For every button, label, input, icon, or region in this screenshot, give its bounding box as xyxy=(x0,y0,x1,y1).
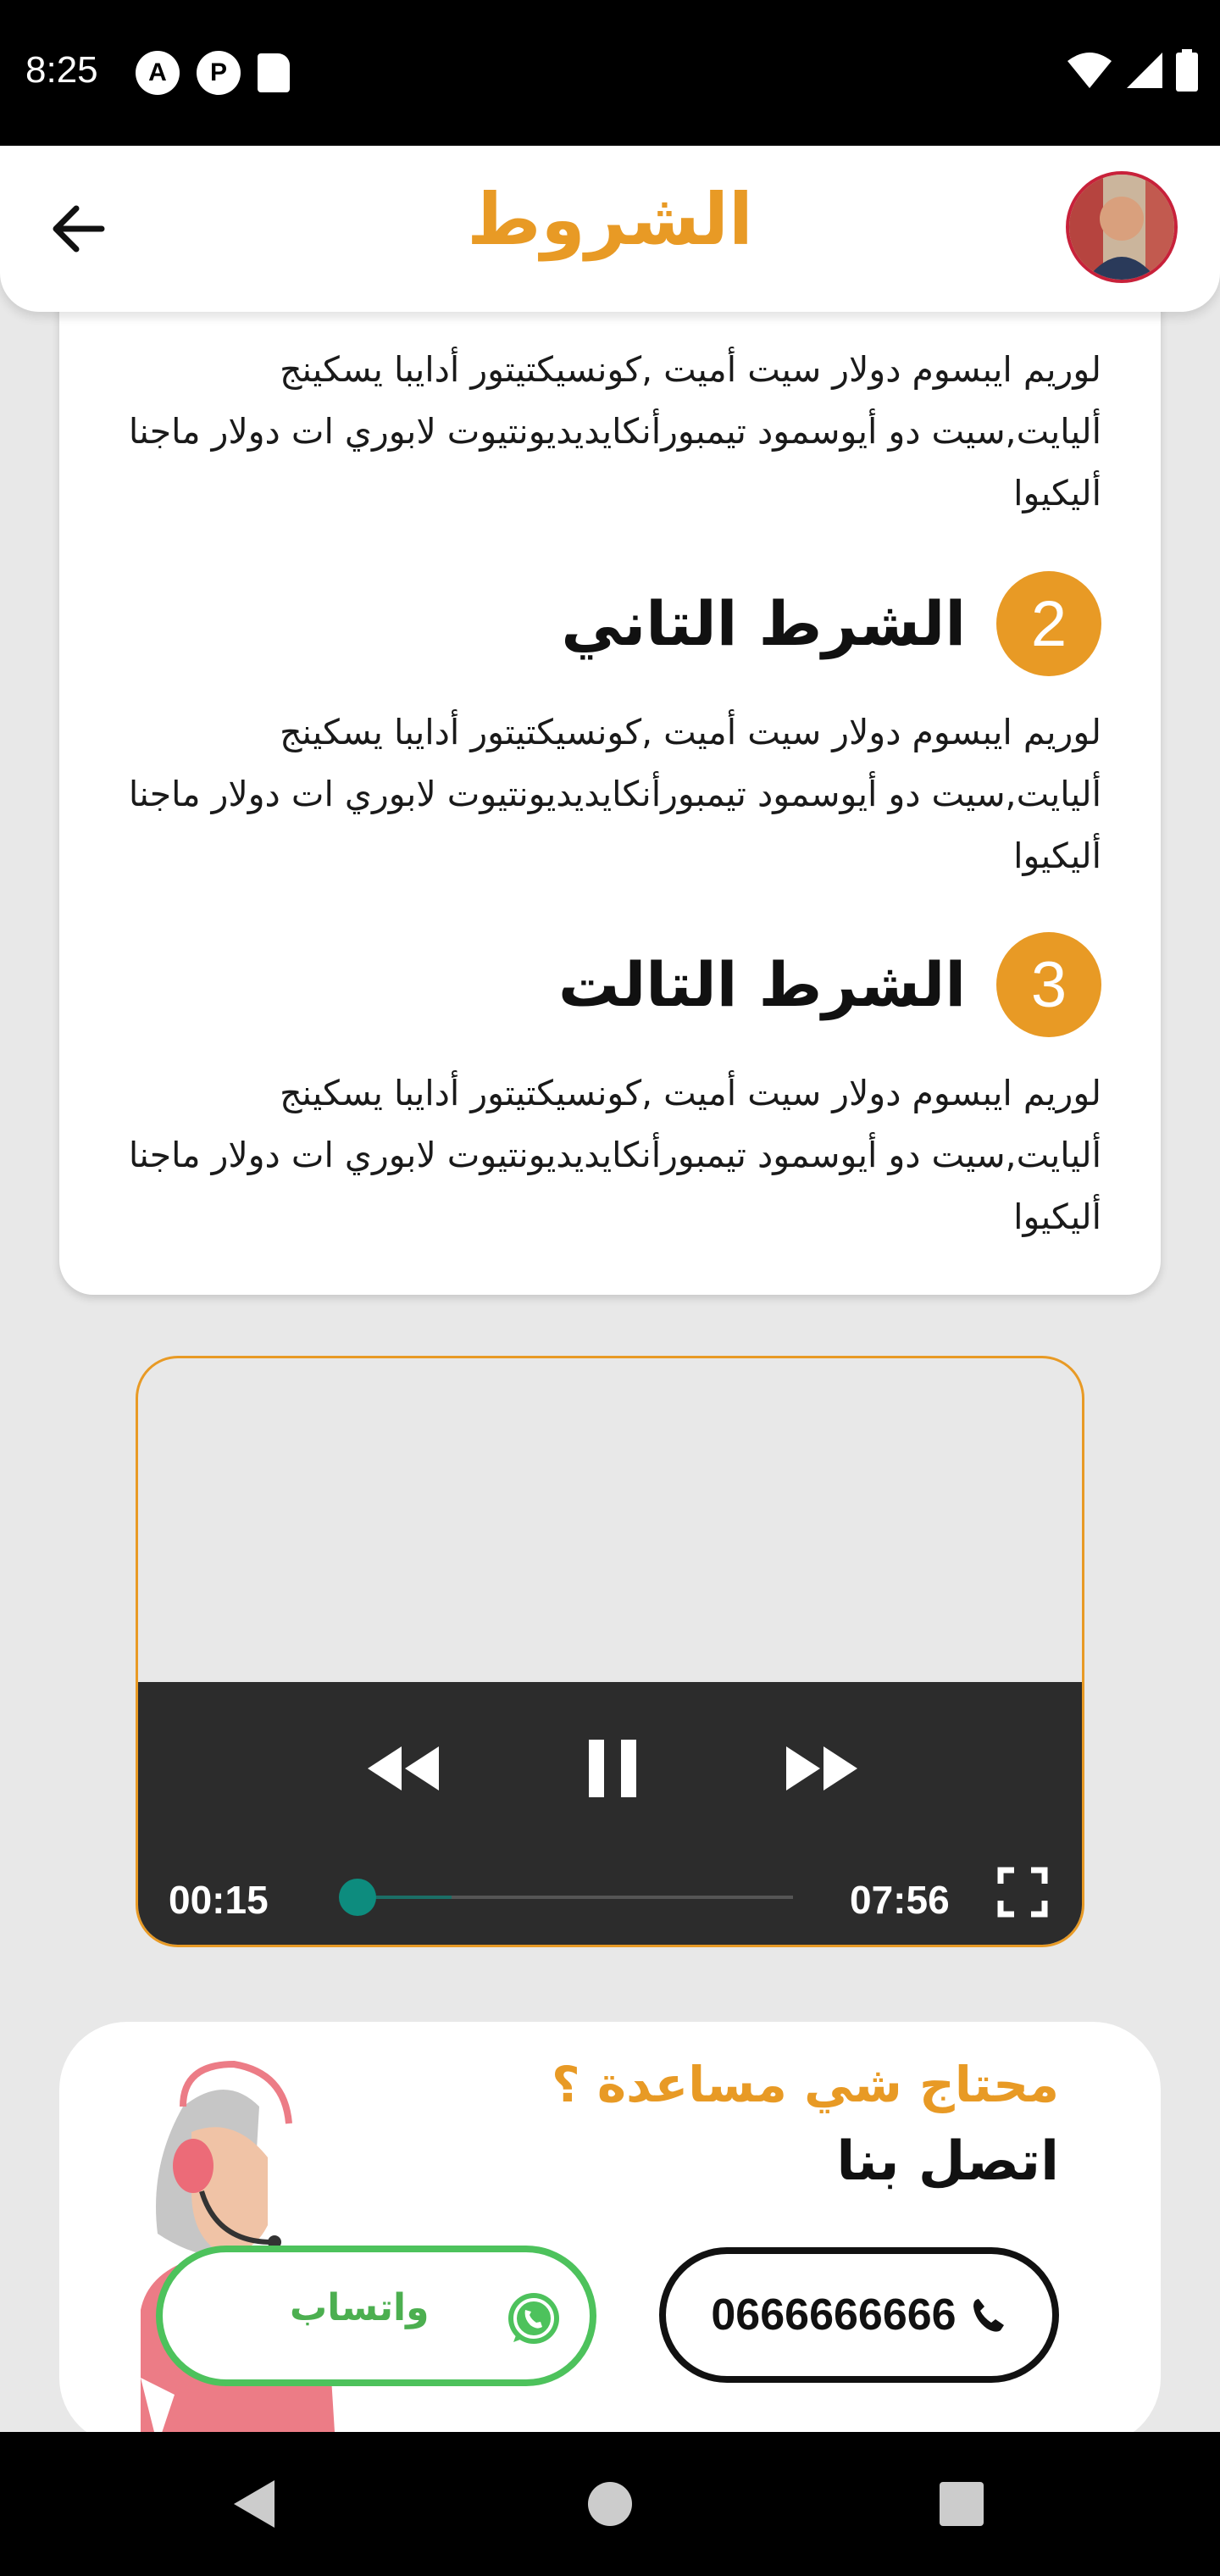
nav-recents-icon xyxy=(940,2482,984,2526)
app-header: الشروط xyxy=(0,146,1220,312)
current-time: 00:15 xyxy=(169,1878,269,1922)
nav-back-button[interactable] xyxy=(216,2466,292,2542)
wifi-icon xyxy=(1068,53,1112,88)
nav-recents-button[interactable] xyxy=(923,2466,1000,2542)
term-2-number-badge: 2 xyxy=(996,571,1101,676)
call-button[interactable]: 0666666666 xyxy=(659,2247,1059,2383)
rewind-button[interactable] xyxy=(357,1726,450,1811)
nav-back-icon xyxy=(234,2480,274,2528)
fast-forward-icon xyxy=(786,1746,857,1790)
pause-button[interactable] xyxy=(566,1726,659,1811)
term-2-heading: 2 الشرط التاني xyxy=(561,571,1101,676)
term-3-text: لوريم ايبسوم دولار سيت أميت ,كونسيكتيتور… xyxy=(128,1073,1101,1237)
status-system-icons xyxy=(1066,49,1198,92)
contact-us-label: اتصل بنا xyxy=(836,2130,1059,2193)
seek-bar[interactable] xyxy=(338,1879,793,1916)
page-title: الشروط xyxy=(467,178,753,261)
term-3-title: الشرط التالت xyxy=(557,949,966,1020)
p-circle-icon: P xyxy=(197,51,241,95)
nav-home-icon xyxy=(588,2482,632,2526)
status-notification-icons: A P xyxy=(136,51,290,95)
avatar-photo xyxy=(1069,175,1174,280)
phone-number: 0666666666 xyxy=(711,2290,957,2340)
seek-thumb[interactable] xyxy=(338,1879,376,1916)
term-3-heading: 3 الشرط التالت xyxy=(558,932,1101,1037)
fast-forward-button[interactable] xyxy=(775,1726,868,1811)
term-2-text: لوريم ايبسوم دولار سيت أميت ,كونسيكتيتور… xyxy=(128,712,1101,876)
rewind-icon xyxy=(368,1746,439,1790)
fullscreen-button[interactable] xyxy=(997,1867,1048,1918)
term-3-number-badge: 3 xyxy=(996,932,1101,1037)
phone-icon xyxy=(973,2299,1004,2332)
signal-icon xyxy=(1127,53,1162,88)
whatsapp-icon xyxy=(508,2293,559,2344)
terms-card: لوريم ايبسوم دولار سيت أميت ,كونسيكتيتور… xyxy=(59,246,1161,1295)
status-bar: 8:25 A P xyxy=(0,0,1220,146)
avatar[interactable] xyxy=(1066,171,1178,283)
whatsapp-button[interactable]: واتساب xyxy=(156,2246,596,2386)
duration: 07:56 xyxy=(850,1878,950,1922)
status-time: 8:25 xyxy=(25,49,98,91)
sd-card-icon xyxy=(258,53,290,92)
battery-icon xyxy=(1176,49,1198,92)
pause-icon xyxy=(589,1740,636,1797)
system-nav-bar xyxy=(0,2432,1220,2576)
nav-home-button[interactable] xyxy=(572,2466,648,2542)
fullscreen-icon xyxy=(997,1867,1048,1918)
a-circle-icon: A xyxy=(136,51,180,95)
help-card: محتاج شي مساعدة ؟ اتصل بنا 0666666666 وا… xyxy=(59,2022,1161,2446)
whatsapp-label: واتساب xyxy=(290,2286,430,2329)
video-player[interactable]: 00:15 07:56 xyxy=(136,1356,1084,1947)
term-1-text: لوريم ايبسوم دولار سيت أميت ,كونسيكتيتور… xyxy=(128,349,1101,514)
term-2-title: الشرط التاني xyxy=(561,588,966,659)
video-controls: 00:15 07:56 xyxy=(138,1682,1082,1945)
help-question: محتاج شي مساعدة ؟ xyxy=(552,2056,1059,2113)
